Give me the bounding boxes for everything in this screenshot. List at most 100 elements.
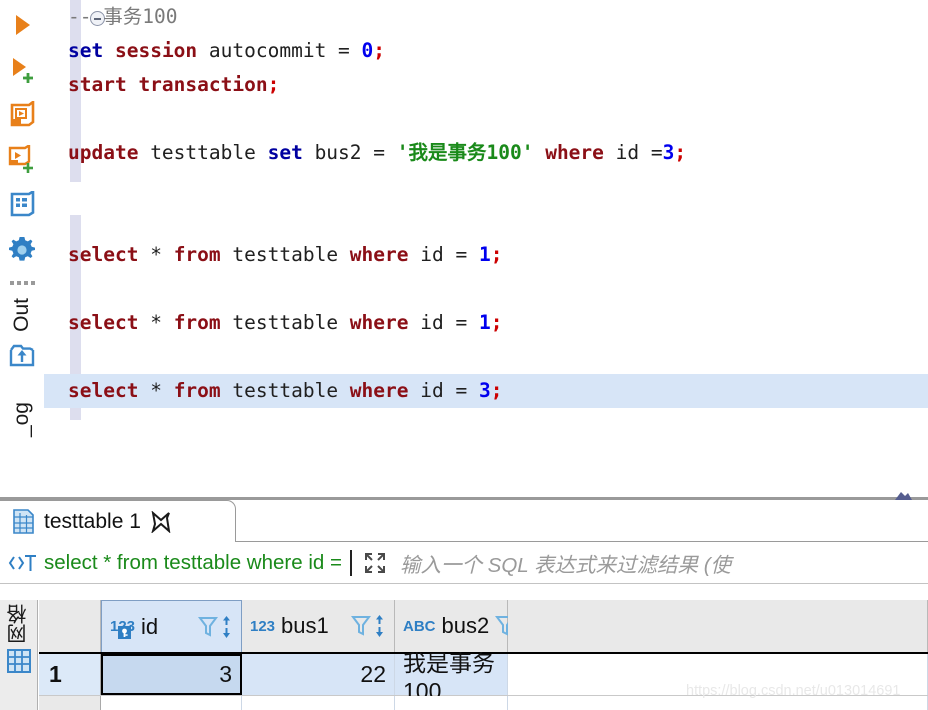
column-header-controls[interactable] [198,615,233,639]
results-tabstrip: testtable 1 [0,500,928,542]
close-icon[interactable] [150,510,172,533]
script-run-plus-glyph [8,145,33,173]
grid-rail-label[interactable]: 网格 [4,604,33,644]
code-token: * [138,311,174,334]
table-row[interactable]: 1 3 22 我是事务100 [39,650,928,704]
empty-cell [242,696,395,710]
code-line[interactable]: set session autocommit = 0; [44,34,928,68]
code-token: 1 [478,311,491,334]
code-token: where [545,141,604,164]
column-header-controls[interactable] [351,614,386,638]
grid-header-row: 123 id 123 bus1 ABC bus2 [39,600,928,654]
code-token: set [68,39,104,62]
filter-expression-text[interactable]: select * from testtable where id = [44,551,342,575]
code-token: testtable [220,243,350,266]
grid-empty-row [39,696,928,710]
gear-glyph [9,237,36,261]
column-header-bus1[interactable]: 123 bus1 [242,600,395,652]
results-data-grid[interactable]: 123 id 123 bus1 ABC bus2 1322我是事务100 [39,600,928,710]
code-token: autocommit = [197,39,362,62]
code-token: where [349,243,409,266]
code-token: ; [674,141,687,164]
code-line[interactable]: select * from testtable where id = 1; [44,238,928,272]
sort-arrows-icon[interactable] [220,615,233,639]
code-token: select [68,311,139,334]
code-line-current[interactable]: select * from testtable where id = 3; [44,374,928,408]
column-header-label: bus1 [281,613,329,638]
code-line[interactable]: update testtable set bus2 = '我是事务100' wh… [44,136,928,170]
result-tab-label: testtable 1 [44,509,141,533]
empty-row-filler [508,696,928,710]
grid-header-filler [508,600,928,652]
cell-id[interactable]: 3 [101,654,242,695]
code-line-comment[interactable]: -- 事务100 [44,0,928,34]
expand-arrows-icon[interactable] [362,550,388,576]
output-panel-label[interactable]: Out [10,298,34,332]
row-number-cell[interactable]: 1 [39,654,101,695]
execute-script-icon[interactable] [3,96,41,134]
grid-icon[interactable] [6,648,32,674]
code-token: set [267,141,303,164]
code-token: 0 [361,39,374,62]
sql-expression-icon[interactable] [8,551,38,575]
code-token: 3 [478,379,491,402]
cell-bus2[interactable]: 我是事务100 [395,650,508,704]
grid-table-glyph [13,509,34,534]
log-panel-label[interactable]: _og [10,402,34,437]
code-token: select [68,379,139,402]
code-token: '我是事务100' [396,141,534,164]
code-token: ; [490,243,503,266]
cell-bus1[interactable]: 22 [242,654,395,695]
filter-placeholder-text: 输入一个 SQL 表达式来过滤结果 (使 [399,554,732,577]
filter-funnel-icon[interactable] [198,615,218,639]
sql-client-window: Out _og -- 事务100 set session autocommit =… [0,0,928,710]
code-token: where [349,379,409,402]
code-token: ; [490,379,503,402]
execute-script-new-tab-icon[interactable] [3,141,41,179]
result-filter-bar[interactable]: select * from testtable where id = 输入一个 … [0,543,928,584]
code-token: id = [603,141,663,164]
sql-editor[interactable]: -- 事务100 set session autocommit = 0; start… [44,0,928,432]
code-token: testtable [138,141,268,164]
grid-side-rail: 网格 [0,600,38,710]
explain-execution-plan-icon[interactable] [3,186,41,224]
column-type-numeric-icon: 123 [110,618,135,639]
gear-icon[interactable] [3,231,41,269]
column-header-bus2[interactable]: ABC bus2 [395,600,528,652]
column-header-label: bus2 [441,613,490,638]
empty-cell [101,696,242,710]
output-export-icon[interactable] [3,336,41,374]
export-arrow-up-glyph [9,344,35,367]
result-tab-testtable-1[interactable]: testtable 1 [0,500,236,542]
code-line[interactable]: start transaction; [44,68,928,102]
column-header-id[interactable]: 123 id [101,600,242,652]
results-overlay-icon [893,488,913,500]
sort-arrows-icon[interactable] [373,614,386,638]
execute-statement-icon[interactable] [3,6,41,44]
code-token: -- 事务100 [68,5,178,28]
toolbar-overflow-dots[interactable] [7,278,37,288]
code-token: id = [408,243,479,266]
code-token: testtable [220,379,350,402]
grid-corner-cell[interactable] [39,600,101,652]
code-token: ; [267,73,280,96]
code-token: bus2 = [302,141,397,164]
filter-funnel-icon[interactable] [351,614,371,638]
code-line[interactable]: select * from testtable where id = 1; [44,306,928,340]
execute-statement-new-tab-icon[interactable] [3,51,41,89]
code-token: where [349,311,409,334]
code-token: start transaction [68,73,268,96]
code-token: ; [373,39,386,62]
grid-table-icon [12,509,35,534]
empty-row-number-cell [39,696,101,710]
play-triangle-glyph [16,15,30,35]
code-token: from [173,311,221,334]
row-filler [508,654,928,695]
play-plus-glyph [13,58,33,83]
left-toolbar: Out _og [0,0,44,500]
